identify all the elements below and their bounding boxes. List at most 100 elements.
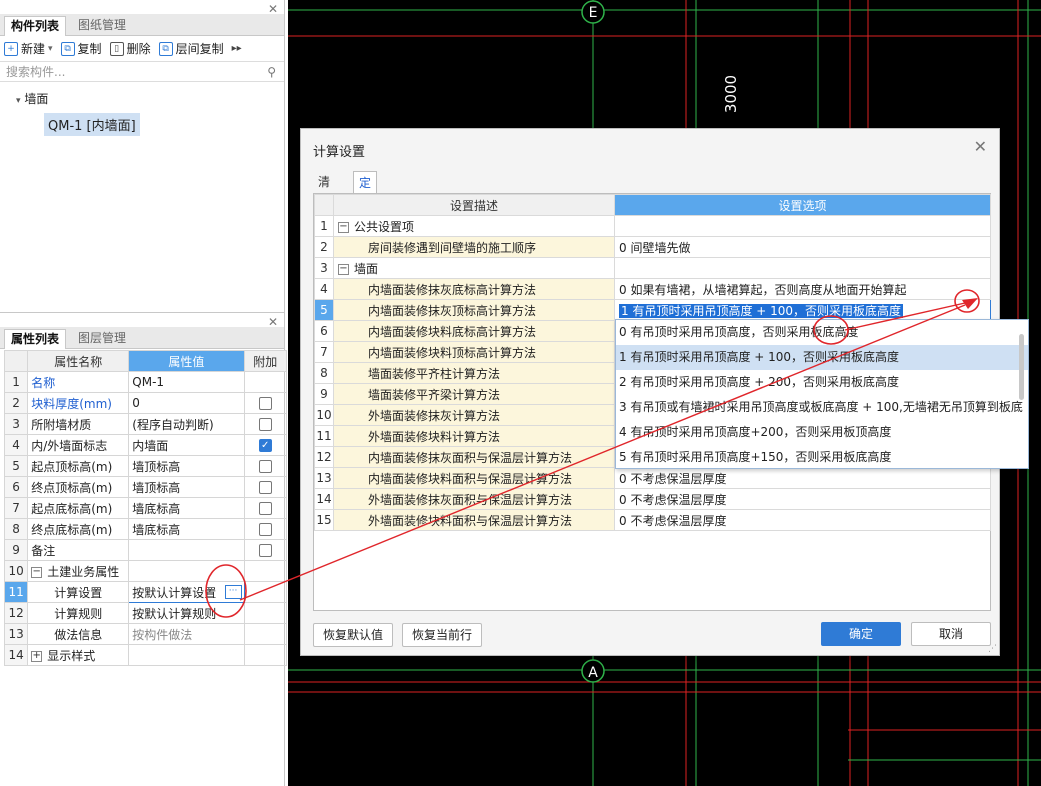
tab-drawing-management[interactable]: 图纸管理 (72, 16, 132, 36)
setting-option[interactable]: 1 有吊顶时采用吊顶高度 + 100，否则采用板底高度 (614, 299, 991, 321)
property-value-cell[interactable]: 墙顶标高 (128, 455, 245, 477)
setting-option[interactable]: 0 不考虑保温层厚度 (614, 509, 991, 531)
collapse-icon[interactable]: − (31, 566, 43, 578)
property-extra-cell (243, 560, 288, 582)
tab-quota[interactable]: 定额 (353, 171, 378, 212)
copy-button[interactable]: ⧉ 复制 (60, 40, 102, 57)
property-row[interactable]: 9 备注 (3, 539, 288, 561)
property-value-cell[interactable]: QM-1 (128, 371, 245, 393)
property-row[interactable]: 3 所附墙材质 (程序自动判断) (3, 413, 288, 435)
expand-icon[interactable]: ▾ (16, 96, 21, 106)
restore-current-row-button[interactable]: 恢复当前行 (402, 623, 482, 647)
property-value-cell[interactable]: 墙底标高 (128, 518, 245, 540)
dropdown-option[interactable]: 2 有吊顶时采用吊顶高度 + 200，否则采用板底高度 (616, 370, 1028, 395)
tree-group-wall[interactable]: ▾ 墙面 (16, 90, 48, 107)
property-row[interactable]: 1 名称 QM-1 (3, 371, 288, 393)
col-header-desc: 设置描述 (333, 194, 615, 216)
tab-layer-management[interactable]: 图层管理 (72, 329, 132, 349)
setting-option[interactable]: 0 不考虑保温层厚度 (614, 467, 991, 489)
ellipsis-button[interactable]: ··· (224, 585, 242, 599)
dropdown-option[interactable]: 5 有吊顶时采用吊顶高度+150，否则采用板底高度 (616, 445, 1028, 470)
tree-item-qm1[interactable]: QM-1 [内墙面] (44, 113, 140, 136)
close-icon[interactable]: ✕ (268, 2, 278, 16)
property-value-cell[interactable]: 墙顶标高 (128, 476, 245, 498)
restore-default-button[interactable]: 恢复默认值 (313, 623, 393, 647)
ok-button[interactable]: 确定 (821, 622, 901, 646)
dropdown-option[interactable]: 3 有吊顶或有墙裙时采用吊顶高度或板底高度 + 100,无墙裙无吊顶算到板底 (616, 395, 1028, 420)
property-value-cell[interactable]: 内墙面 (128, 434, 245, 456)
expand-icon[interactable]: + (31, 650, 43, 662)
checkbox[interactable]: ✓ (258, 439, 272, 452)
settings-group-row[interactable]: 1− 公共设置项 (314, 215, 991, 237)
settings-group-row[interactable]: 3− 墙面 (314, 257, 991, 279)
setting-option[interactable]: 0 如果有墙裙，从墙裙算起，否则高度从地面开始算起 (614, 278, 991, 300)
setting-option[interactable] (614, 257, 991, 279)
cancel-button[interactable]: 取消 (911, 622, 991, 646)
checkbox[interactable] (258, 397, 272, 410)
property-row[interactable]: 11 计算设置 按默认计算设置 ··· (3, 581, 288, 603)
checkbox[interactable] (258, 418, 272, 431)
checkbox[interactable] (258, 502, 272, 515)
property-row[interactable]: 6 终点顶标高(m) 墙顶标高 (3, 476, 288, 498)
search-icon[interactable]: ⚲ (267, 62, 276, 82)
property-row[interactable]: 12 计算规则 按默认计算规则 (3, 602, 288, 624)
property-value-cell[interactable]: 按构件做法 (128, 623, 245, 645)
property-extra-cell (243, 602, 288, 624)
search-input[interactable]: 搜索构件... ⚲ (0, 62, 284, 82)
setting-option[interactable] (614, 215, 991, 237)
settings-row[interactable]: 2 房间装修遇到间壁墙的施工顺序 0 间壁墙先做 (314, 236, 991, 258)
checkbox[interactable] (258, 460, 272, 473)
property-row[interactable]: 10− 土建业务属性 (3, 560, 288, 582)
tab-component-list[interactable]: 构件列表 (4, 16, 67, 36)
property-row[interactable]: 7 起点底标高(m) 墙底标高 (3, 497, 288, 519)
checkbox[interactable] (258, 544, 272, 557)
checkbox[interactable] (258, 481, 272, 494)
collapse-icon[interactable]: − (338, 263, 349, 275)
property-row[interactable]: 8 终点底标高(m) 墙底标高 (3, 518, 288, 540)
close-icon[interactable]: ✕ (268, 315, 278, 329)
tab-bill[interactable]: 清单 (313, 171, 335, 211)
property-value-cell[interactable]: 0 (128, 392, 245, 414)
resize-grip-icon[interactable]: ⋰ (988, 644, 997, 654)
row-number: 4 (314, 278, 334, 300)
settings-row[interactable]: 5 内墙面装修抹灰顶标高计算方法 1 有吊顶时采用吊顶高度 + 100，否则采用板底… (314, 299, 991, 321)
property-name-cell: 所附墙材质 (27, 413, 130, 435)
property-value-cell[interactable]: 按默认计算规则 (128, 602, 245, 624)
delete-button[interactable]: ▯ 删除 (109, 40, 151, 57)
property-row[interactable]: 5 起点顶标高(m) 墙顶标高 (3, 455, 288, 477)
setting-option[interactable]: 0 间壁墙先做 (614, 236, 991, 258)
setting-description-text: 房间装修遇到间壁墙的施工顺序 (368, 240, 537, 255)
settings-row[interactable]: 4 内墙面装修抹灰底标高计算方法 0 如果有墙裙，从墙裙算起，否则高度从地面开始算起 (314, 278, 991, 300)
property-value-cell[interactable] (128, 539, 245, 561)
dropdown-option[interactable]: 0 有吊顶时采用吊顶高度，否则采用板底高度 (616, 320, 1028, 345)
row-number: 8 (314, 362, 334, 384)
tab-property-list[interactable]: 属性列表 (4, 329, 67, 349)
property-extra-cell: ✓ (243, 434, 288, 456)
property-value-cell[interactable] (128, 560, 245, 582)
new-button[interactable]: + 新建 ▾ (4, 40, 53, 57)
setting-option[interactable]: 0 不考虑保温层厚度 (614, 488, 991, 510)
settings-row[interactable]: 14 外墙面装修抹灰面积与保温层计算方法 0 不考虑保温层厚度 (314, 488, 991, 510)
checkbox[interactable] (258, 523, 272, 536)
settings-row[interactable]: 13 内墙面装修块料面积与保温层计算方法 0 不考虑保温层厚度 (314, 467, 991, 489)
property-value-cell[interactable]: 按默认计算设置 ··· (128, 581, 245, 603)
dropdown-option[interactable]: 1 有吊顶时采用吊顶高度 + 100，否则采用板底高度 (616, 345, 1028, 370)
collapse-icon[interactable]: − (338, 221, 349, 233)
floor-copy-button[interactable]: ⧉ 层间复制 (158, 40, 224, 57)
settings-row[interactable]: 15 外墙面装修块料面积与保温层计算方法 0 不考虑保温层厚度 (314, 509, 991, 531)
close-icon[interactable]: ✕ (974, 137, 987, 156)
dropdown-scrollbar[interactable] (1019, 334, 1024, 400)
more-icon[interactable]: ▸▸ (232, 43, 242, 54)
property-row[interactable]: 14 + 显示样式 (3, 644, 288, 666)
property-rows: 1 名称 QM-1 2 块料厚度(mm) 0 3 所附墙材质 (程序自动判断) 4 内/外墙面标志 内… (3, 371, 288, 666)
property-row[interactable]: 13 做法信息 按构件做法 (3, 623, 288, 645)
setting-option-text: 0 不考虑保温层厚度 (619, 471, 727, 486)
dropdown-option[interactable]: 4 有吊顶时采用吊顶高度+200，否则采用板顶高度 (616, 420, 1028, 445)
chevron-down-icon[interactable]: ▾ (48, 44, 53, 54)
property-value-cell[interactable] (128, 644, 245, 666)
property-row[interactable]: 4 内/外墙面标志 内墙面 ✓ (3, 434, 288, 456)
property-value-cell[interactable]: 墙底标高 (128, 497, 245, 519)
property-name: 名称 (31, 375, 56, 390)
property-value-cell[interactable]: (程序自动判断) (128, 413, 245, 435)
property-row[interactable]: 2 块料厚度(mm) 0 (3, 392, 288, 414)
